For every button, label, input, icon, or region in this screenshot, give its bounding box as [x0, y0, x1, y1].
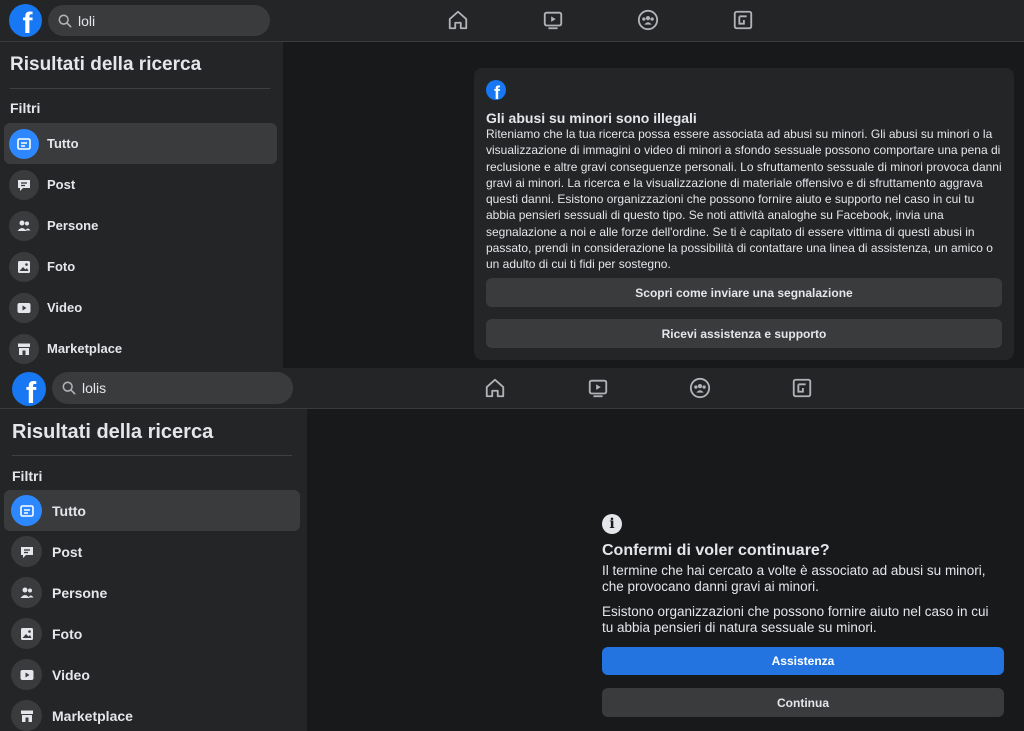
warning-body: Riteniamo che la tua ricerca possa esser… [486, 127, 1002, 272]
post-icon [11, 536, 42, 567]
sidebar-item-video[interactable]: Video [4, 287, 277, 328]
all-results-icon [11, 495, 42, 526]
sidebar-item-foto[interactable]: Foto [4, 613, 300, 654]
screenshot-panel-1: f Risultati della ricerca Filtri Tutto P… [0, 0, 1024, 368]
sidebar-title: Risultati della ricerca [12, 421, 214, 443]
people-icon [9, 210, 39, 241]
sidebar-item-marketplace[interactable]: Marketplace [4, 695, 300, 731]
sidebar-item-label: Marketplace [52, 707, 133, 724]
info-icon: i [602, 514, 622, 534]
facebook-logo: f [486, 80, 506, 100]
search-input[interactable] [82, 380, 242, 396]
facebook-logo[interactable]: f [12, 372, 46, 406]
post-icon [9, 169, 39, 200]
confirm-title: Confermi di voler continuare? [602, 542, 830, 559]
sidebar-item-label: Persone [47, 218, 99, 233]
sidebar-item-label: Post [47, 177, 76, 192]
report-button[interactable]: Scopri come inviare una segnalazione [486, 278, 1002, 307]
sidebar-item-persone[interactable]: Persone [4, 205, 277, 246]
search-box[interactable] [52, 372, 293, 404]
sidebar-item-tutto[interactable]: Tutto [4, 123, 277, 164]
sidebar-item-post[interactable]: Post [4, 164, 277, 205]
sidebar-item-label: Persone [52, 584, 108, 601]
people-icon [11, 577, 42, 608]
sidebar-item-label: Tutto [52, 502, 86, 519]
video-icon [9, 292, 39, 323]
divider [10, 88, 270, 89]
continue-button[interactable]: Continua [602, 688, 1004, 717]
sidebar-item-foto[interactable]: Foto [4, 246, 277, 287]
sidebar-item-persone[interactable]: Persone [4, 572, 300, 613]
gaming-icon[interactable] [731, 8, 755, 32]
photo-icon [9, 251, 39, 282]
search-sidebar: Risultati della ricerca Filtri Tutto Pos… [0, 42, 283, 368]
photo-icon [11, 618, 42, 649]
marketplace-icon [11, 700, 42, 731]
groups-icon[interactable] [636, 8, 660, 32]
search-box[interactable] [48, 5, 270, 36]
watch-icon[interactable] [586, 376, 610, 400]
search-input[interactable] [78, 12, 238, 29]
watch-icon[interactable] [541, 8, 565, 32]
confirm-paragraph-2: Esistono organizzazioni che possono forn… [602, 604, 989, 635]
groups-icon[interactable] [688, 376, 712, 400]
sidebar-item-label: Video [47, 300, 83, 315]
home-icon[interactable] [483, 376, 507, 400]
child-abuse-warning-card: f Gli abusi su minori sono illegali Rite… [474, 68, 1014, 360]
sidebar-item-video[interactable]: Video [4, 654, 300, 695]
all-results-icon [9, 128, 39, 159]
top-navigation-bar: f [0, 0, 1024, 42]
filters-heading: Filtri [10, 100, 41, 116]
sidebar-item-label: Tutto [47, 136, 79, 151]
divider [12, 455, 292, 456]
confirm-paragraph-1: Il termine che hai cercato a volte è ass… [602, 563, 986, 594]
facebook-logo[interactable]: f [9, 4, 42, 37]
filters-heading: Filtri [12, 468, 43, 484]
sidebar-item-label: Post [52, 543, 83, 560]
help-button[interactable]: Assistenza [602, 647, 1004, 675]
gaming-icon[interactable] [790, 376, 814, 400]
video-icon [11, 659, 42, 690]
search-icon [62, 381, 76, 395]
warning-title: Gli abusi su minori sono illegali [486, 110, 697, 126]
sidebar-title: Risultati della ricerca [10, 54, 202, 75]
sidebar-item-marketplace[interactable]: Marketplace [4, 328, 277, 368]
home-icon[interactable] [446, 8, 470, 32]
search-sidebar: Risultati della ricerca Filtri Tutto Pos… [0, 409, 307, 731]
sidebar-item-tutto[interactable]: Tutto [4, 490, 300, 531]
sidebar-item-label: Video [52, 666, 90, 683]
screenshot-panel-2: f Risultati della ricerca Filtri Tutto P… [0, 368, 1024, 731]
marketplace-icon [9, 333, 39, 364]
sidebar-item-post[interactable]: Post [4, 531, 300, 572]
search-icon [58, 14, 72, 27]
get-support-button[interactable]: Ricevi assistenza e supporto [486, 319, 1002, 348]
top-navigation-bar: f [0, 368, 1024, 409]
sidebar-item-label: Foto [47, 259, 76, 274]
sidebar-item-label: Marketplace [47, 341, 123, 356]
sidebar-item-label: Foto [52, 625, 83, 642]
